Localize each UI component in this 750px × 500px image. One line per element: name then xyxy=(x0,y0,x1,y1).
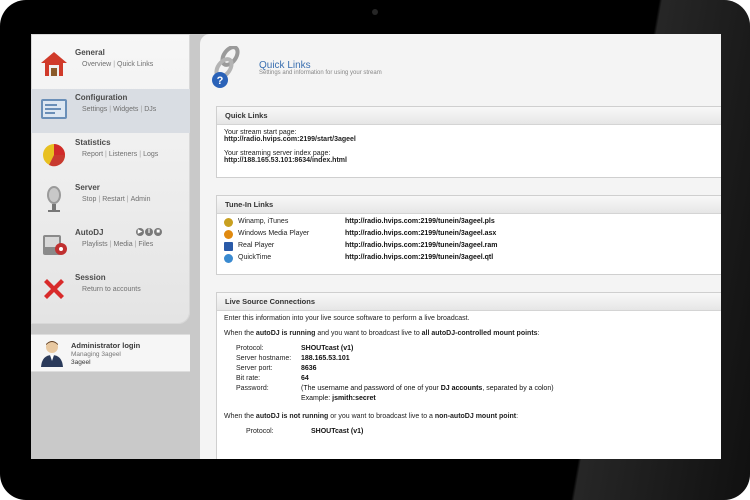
panel-heading: Tune-In Links xyxy=(217,196,721,214)
screen: General Overview | Quick Links Configurati… xyxy=(31,34,721,459)
sidebar-item-label: Server xyxy=(75,183,100,192)
panel-heading: Live Source Connections xyxy=(217,293,721,311)
tune-in-links-panel: Tune-In Links Winamp, iTunes http://radi… xyxy=(216,195,721,275)
link-restart[interactable]: Restart xyxy=(102,196,125,203)
admin-username: 3ageel xyxy=(71,359,91,366)
home-icon xyxy=(41,52,67,76)
link-settings[interactable]: Settings xyxy=(82,106,107,113)
link-listeners[interactable]: Listeners xyxy=(109,151,137,158)
sidebar-item-label: Statistics xyxy=(75,138,111,147)
play-icon[interactable]: ▶ xyxy=(136,228,144,236)
sidebar: General Overview | Quick Links Configurati… xyxy=(31,34,190,324)
panel-body: Enter this information into your live so… xyxy=(217,311,721,442)
sidebar-item-label: Configuration xyxy=(75,93,128,102)
table-row: QuickTime http://radio.hvips.com:2199/tu… xyxy=(224,253,715,265)
player-name: QuickTime xyxy=(238,254,272,261)
link-widgets[interactable]: Widgets xyxy=(113,106,138,113)
autodj-icon xyxy=(43,235,67,255)
live-source-panel: Live Source Connections Enter this infor… xyxy=(216,292,721,459)
sidebar-item-autodj[interactable]: AutoDJ ▶ ‖ ■ Playlists | Media | Files xyxy=(31,224,190,268)
index-page-label: Your streaming server index page: xyxy=(224,150,331,157)
field-protocol: Protocol: SHOUTcast (v1) xyxy=(236,345,354,352)
admin-subtitle: Managing 3ageel xyxy=(71,351,121,358)
sidebar-item-server[interactable]: Server Stop | Restart | Admin xyxy=(31,179,190,223)
tunein-url[interactable]: http://radio.hvips.com:2199/tunein/3agee… xyxy=(345,218,495,225)
admin-title: Administrator login xyxy=(71,341,141,350)
panel-heading: Quick Links xyxy=(217,107,721,125)
sidebar-sublinks: Settings | Widgets | DJs xyxy=(82,106,157,113)
sidebar-item-label: AutoDJ xyxy=(75,228,104,237)
main-content: ? Quick Links Settings and information f… xyxy=(200,34,721,459)
table-row: Real Player http://radio.hvips.com:2199/… xyxy=(224,241,715,253)
field-port: Server port: 8636 xyxy=(236,365,317,372)
link-report[interactable]: Report xyxy=(82,151,103,158)
link-admin[interactable]: Admin xyxy=(131,196,151,203)
tablet-frame: General Overview | Quick Links Configurati… xyxy=(0,0,750,500)
sidebar-item-session[interactable]: Session Return to accounts xyxy=(31,269,190,313)
table-row: Winamp, iTunes http://radio.hvips.com:21… xyxy=(224,217,715,229)
microphone-icon xyxy=(47,186,61,212)
page-header: ? Quick Links Settings and information f… xyxy=(200,34,721,92)
quick-links-panel: Quick Links Your stream start page: http… xyxy=(216,106,721,178)
autodj-running-text: When the autoDJ is running and you want … xyxy=(224,330,540,337)
link-quick-links[interactable]: Quick Links xyxy=(117,61,153,68)
field-bitrate: Bit rate: 64 xyxy=(236,375,309,382)
panel-body: Your stream start page: http://radio.hvi… xyxy=(217,125,721,175)
player-name: Real Player xyxy=(238,242,275,249)
winamp-icon xyxy=(224,218,233,227)
autodj-not-running-text: When the autoDJ is not running or you wa… xyxy=(224,413,519,420)
svg-text:?: ? xyxy=(217,75,224,87)
admin-login-box: Administrator login Managing 3ageel 3age… xyxy=(31,334,190,372)
sidebar-item-label: Session xyxy=(75,273,106,282)
avatar-icon xyxy=(41,341,63,367)
link-return-to-accounts[interactable]: Return to accounts xyxy=(82,286,141,293)
link-files[interactable]: Files xyxy=(138,241,153,248)
link-overview[interactable]: Overview xyxy=(82,61,111,68)
player-name: Windows Media Player xyxy=(238,230,310,237)
sidebar-sublinks: Return to accounts xyxy=(82,286,141,293)
field-hostname: Server hostname: 188.165.53.101 xyxy=(236,355,350,362)
sidebar-sublinks: Playlists | Media | Files xyxy=(82,241,154,248)
start-page-url[interactable]: http://radio.hvips.com:2199/start/3ageel xyxy=(224,136,715,143)
field-protocol-2: Protocol: SHOUTcast (v1) xyxy=(246,428,364,435)
realplayer-icon xyxy=(224,242,233,251)
windows-media-icon xyxy=(224,230,233,239)
pause-icon[interactable]: ‖ xyxy=(145,228,153,236)
sidebar-sublinks: Report | Listeners | Logs xyxy=(82,151,159,158)
sidebar-sublinks: Stop | Restart | Admin xyxy=(82,196,151,203)
link-logs[interactable]: Logs xyxy=(143,151,158,158)
player-name: Winamp, iTunes xyxy=(238,218,289,225)
configuration-icon xyxy=(41,99,67,119)
sidebar-item-label: General xyxy=(75,48,105,57)
panel-body: Winamp, iTunes http://radio.hvips.com:21… xyxy=(217,214,721,269)
start-page-label: Your stream start page: xyxy=(224,129,297,136)
live-intro: Enter this information into your live so… xyxy=(224,315,470,322)
camera-dot xyxy=(372,9,378,15)
tunein-url[interactable]: http://radio.hvips.com:2199/tunein/3agee… xyxy=(345,242,497,249)
pie-chart-icon xyxy=(43,144,66,167)
link-djs[interactable]: DJs xyxy=(144,106,156,113)
stop-icon[interactable]: ■ xyxy=(154,228,162,236)
table-row: Windows Media Player http://radio.hvips.… xyxy=(224,229,715,241)
tunein-url[interactable]: http://radio.hvips.com:2199/tunein/3agee… xyxy=(345,230,496,237)
close-icon xyxy=(44,279,64,299)
field-password: Password: (The username and password of o… xyxy=(236,385,554,392)
sidebar-item-statistics[interactable]: Statistics Report | Listeners | Logs xyxy=(31,134,190,178)
field-password-example: Example: jsmith:secret xyxy=(301,395,376,402)
chain-link-icon: ? xyxy=(212,46,240,88)
page-subtitle: Settings and information for using your … xyxy=(259,70,382,76)
link-stop[interactable]: Stop xyxy=(82,196,96,203)
quicktime-icon xyxy=(224,254,233,263)
sidebar-item-configuration[interactable]: Configuration Settings | Widgets | DJs xyxy=(31,89,190,133)
sidebar-sublinks: Overview | Quick Links xyxy=(82,61,154,68)
index-page-url[interactable]: http://188.165.53.101:8634/index.html xyxy=(224,157,715,164)
link-media[interactable]: Media xyxy=(114,241,133,248)
link-playlists[interactable]: Playlists xyxy=(82,241,108,248)
sidebar-item-general[interactable]: General Overview | Quick Links xyxy=(31,44,190,88)
tunein-url[interactable]: http://radio.hvips.com:2199/tunein/3agee… xyxy=(345,254,493,261)
